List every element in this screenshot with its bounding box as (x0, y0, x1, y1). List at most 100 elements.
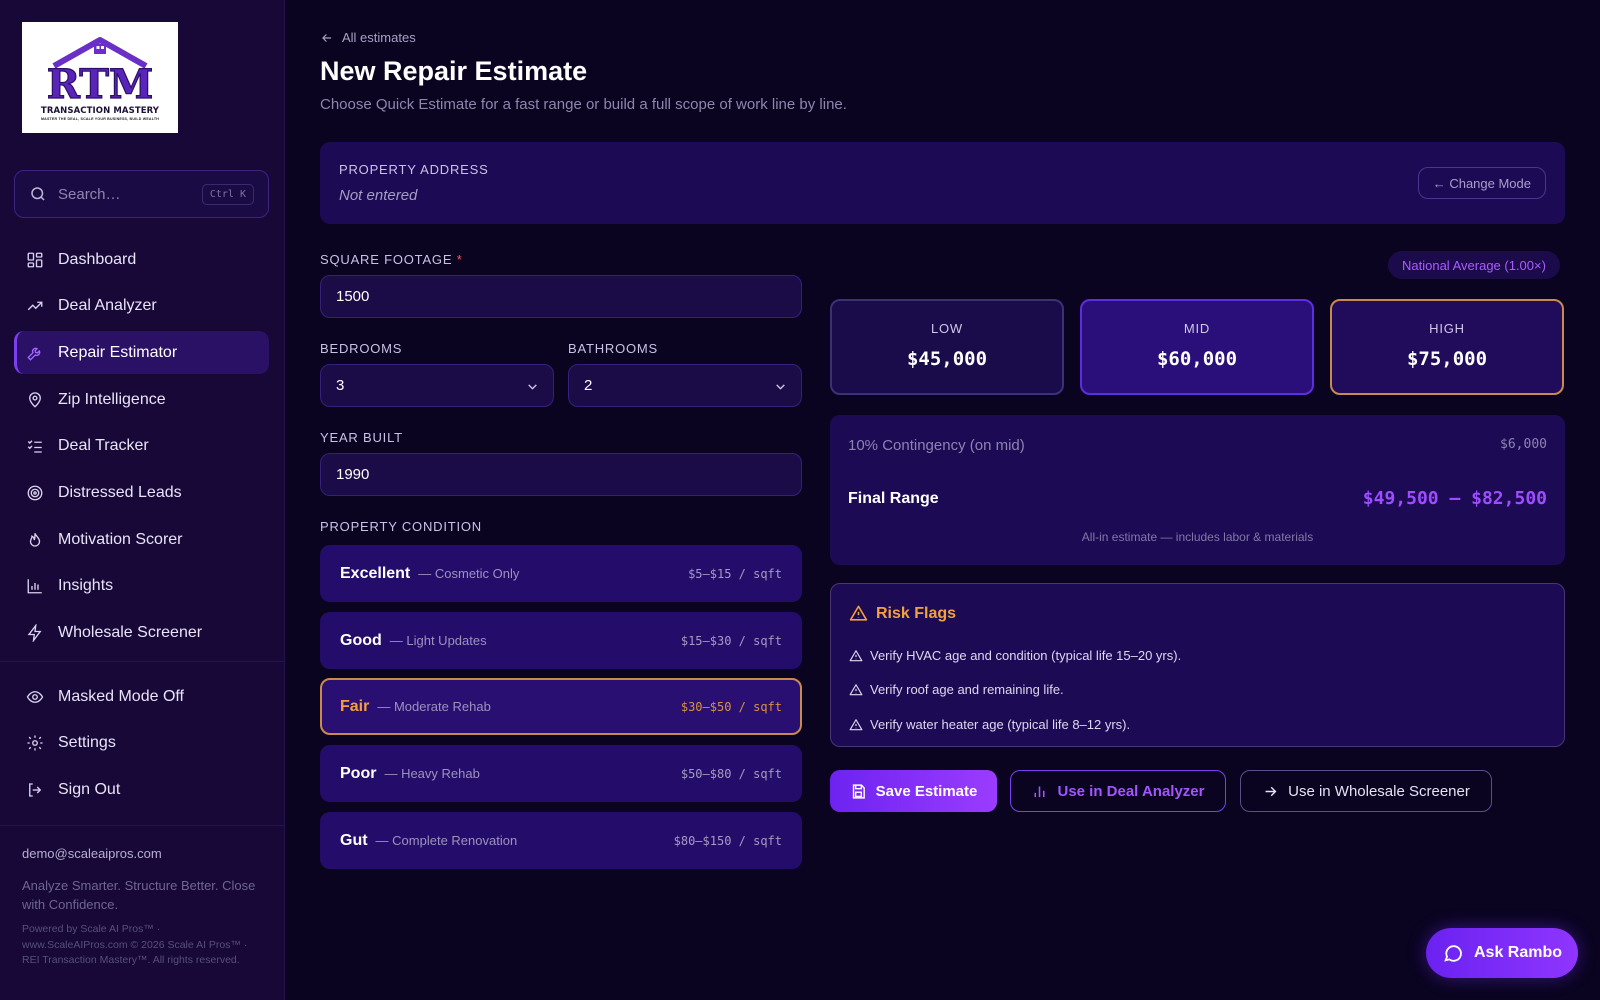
save-estimate-button[interactable]: Save Estimate (830, 770, 997, 812)
final-range-label: Final Range (848, 490, 939, 507)
sidebar-item-zip-intelligence[interactable]: Zip Intelligence (14, 378, 269, 421)
bathrooms-value: 2 (584, 377, 593, 394)
sidebar-item-wholesale-screener[interactable]: Wholesale Screener (14, 612, 269, 655)
square-footage-label: SQUARE FOOTAGE * (320, 252, 463, 267)
sidebar-item-repair-estimator[interactable]: Repair Estimator (14, 331, 269, 375)
contingency-value: $6,000 (1500, 437, 1547, 452)
sidebar-item-dashboard[interactable]: Dashboard (14, 238, 269, 281)
sidebar-tagline: Analyze Smarter. Structure Better. Close… (22, 878, 256, 912)
bedrooms-select[interactable]: 3 (320, 364, 554, 407)
square-footage-label-text: SQUARE FOOTAGE (320, 252, 453, 267)
search-box[interactable]: Search… Ctrl K (14, 170, 269, 218)
sidebar-item-label: Deal Analyzer (58, 297, 157, 315)
warning-icon (849, 683, 863, 695)
use-in-deal-analyzer-label: Use in Deal Analyzer (1057, 782, 1205, 800)
risk-flags-card: Risk Flags Verify HVAC age and condition… (830, 583, 1565, 747)
sidebar-item-label: Repair Estimator (58, 343, 178, 361)
page-title: New Repair Estimate (320, 56, 588, 86)
sidebar-item-motivation-scorer[interactable]: Motivation Scorer (14, 518, 269, 561)
year-built-label: YEAR BUILT (320, 430, 403, 445)
risk-flag-text: Verify water heater age (typical life 8–… (870, 717, 1131, 732)
sidebar-divider (0, 661, 285, 662)
condition-desc: — Light Updates (389, 633, 487, 648)
warning-icon (849, 649, 863, 661)
bathrooms-select[interactable]: 2 (568, 364, 802, 407)
condition-option-fair[interactable]: Fair — Moderate Rehab $30–$50 / sqft (320, 678, 802, 735)
sidebar-item-insights[interactable]: Insights (14, 565, 269, 608)
chevron-down-icon (776, 384, 785, 390)
condition-desc: — Moderate Rehab (377, 699, 491, 714)
estimate-high-label: HIGH (1429, 321, 1465, 336)
condition-price: $15–$30 / sqft (680, 633, 782, 648)
sidebar: RTM TRANSACTION MASTERY MASTER THE DEAL,… (0, 0, 285, 1000)
estimate-low-value: $45,000 (906, 348, 988, 370)
sidebar-item-label: Settings (58, 734, 116, 752)
sidebar-item-masked-mode[interactable]: Masked Mode Off (14, 675, 269, 718)
square-footage-value: 1500 (336, 288, 370, 305)
condition-name: Fair (340, 697, 370, 715)
sign-out-icon (29, 783, 42, 797)
sidebar-item-label: Zip Intelligence (58, 390, 166, 408)
arrow-right-icon (1265, 786, 1277, 796)
condition-option-gut[interactable]: Gut — Complete Renovation $80–$150 / sqf… (320, 812, 802, 869)
logo[interactable]: RTM TRANSACTION MASTERY MASTER THE DEAL,… (22, 22, 178, 133)
condition-price: $5–$15 / sqft (688, 566, 782, 581)
sidebar-divider (0, 825, 285, 826)
back-link-label: All estimates (342, 30, 416, 45)
user-email: demo@scaleaipros.com (22, 846, 162, 861)
map-pin-icon (29, 391, 41, 408)
use-in-deal-analyzer-button[interactable]: Use in Deal Analyzer (1010, 770, 1226, 812)
sidebar-item-sign-out[interactable]: Sign Out (14, 768, 269, 811)
risk-flag-item: Verify roof age and remaining life. (849, 682, 1064, 697)
estimate-high-card: HIGH $75,000 (1330, 299, 1564, 395)
ask-rambo-button[interactable]: Ask Rambo (1426, 928, 1578, 978)
estimate-mid-value: $60,000 (1156, 348, 1238, 370)
save-estimate-label: Save Estimate (875, 782, 978, 800)
target-icon (27, 485, 43, 501)
square-footage-input[interactable]: 1500 (320, 275, 802, 318)
condition-name: Good (340, 631, 382, 649)
bathrooms-label: BATHROOMS (568, 341, 659, 356)
address-label: PROPERTY ADDRESS (339, 162, 489, 177)
use-in-wholesale-screener-label: Use in Wholesale Screener (1288, 782, 1470, 800)
sidebar-item-label: Wholesale Screener (58, 624, 203, 641)
eye-icon (26, 690, 44, 703)
condition-name: Gut (340, 831, 368, 849)
back-to-estimates-link[interactable]: All estimates (320, 30, 416, 45)
sidebar-footer: Powered by Scale AI Pros™ · www.ScaleAIP… (22, 923, 248, 966)
trending-up-icon (27, 301, 43, 311)
risk-flag-text: Verify roof age and remaining life. (870, 682, 1064, 697)
sidebar-item-label: Masked Mode Off (58, 687, 184, 705)
required-marker: * (456, 252, 463, 267)
condition-price: $80–$150 / sqft (673, 833, 782, 848)
change-mode-button[interactable]: ← Change Mode (1417, 167, 1546, 199)
bar-chart-icon (27, 579, 42, 594)
house-logo-icon: RTM (46, 37, 154, 104)
sidebar-item-label: Motivation Scorer (58, 530, 183, 548)
search-input[interactable]: Search… (58, 186, 202, 203)
sidebar-item-label: Insights (58, 577, 114, 595)
year-built-input[interactable]: 1990 (320, 453, 802, 496)
estimate-mid-label: MID (1183, 321, 1211, 336)
sidebar-item-deal-tracker[interactable]: Deal Tracker (14, 425, 269, 468)
arrow-left-icon (322, 33, 332, 42)
sidebar-item-label: Deal Tracker (58, 437, 149, 455)
bedrooms-value: 3 (336, 377, 345, 394)
condition-price: $30–$50 / sqft (680, 699, 782, 714)
condition-option-excellent[interactable]: Excellent — Cosmetic Only $5–$15 / sqft (320, 545, 802, 602)
address-value: Not entered (339, 187, 418, 204)
risk-flags-title-text: Risk Flags (876, 604, 957, 622)
risk-flags-title: Risk Flags (849, 604, 956, 623)
property-condition-label: PROPERTY CONDITION (320, 519, 482, 534)
sidebar-item-deal-analyzer[interactable]: Deal Analyzer (14, 285, 269, 328)
condition-option-good[interactable]: Good — Light Updates $15–$30 / sqft (320, 612, 802, 669)
final-range-note: All-in estimate — includes labor & mater… (1081, 530, 1314, 544)
contingency-label: 10% Contingency (on mid) (848, 437, 1025, 454)
grid-icon (27, 252, 43, 267)
sidebar-item-distressed-leads[interactable]: Distressed Leads (14, 471, 269, 514)
condition-option-poor[interactable]: Poor — Heavy Rehab $50–$80 / sqft (320, 745, 802, 802)
sidebar-item-settings[interactable]: Settings (14, 722, 269, 765)
condition-desc: — Complete Renovation (375, 833, 518, 848)
use-in-wholesale-screener-button[interactable]: Use in Wholesale Screener (1240, 770, 1492, 812)
region-multiplier-badge: National Average (1.00×) (1388, 251, 1560, 279)
